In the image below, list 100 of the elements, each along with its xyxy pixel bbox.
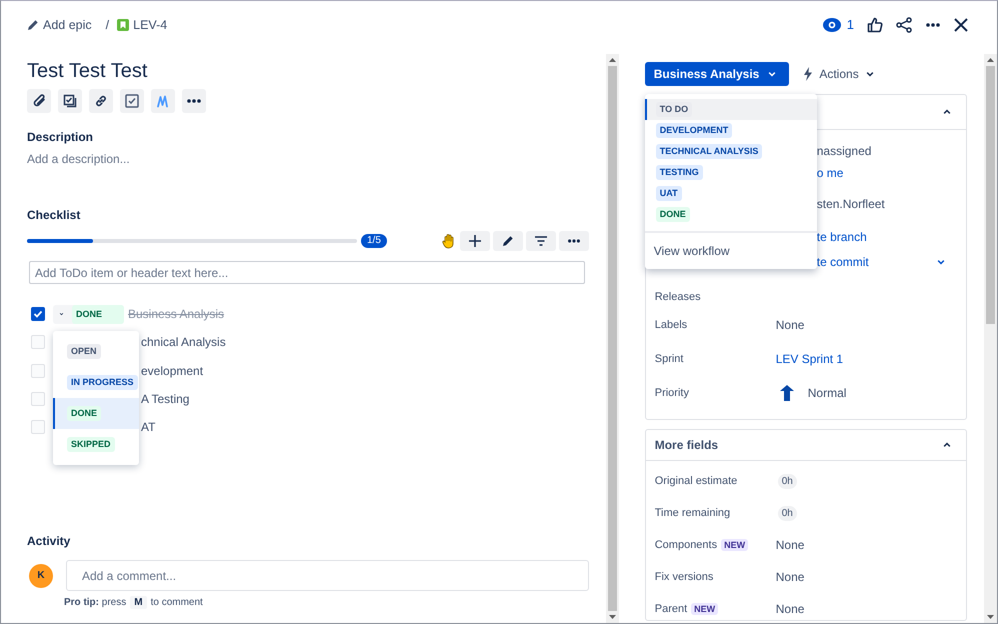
like-button[interactable]: [865, 14, 885, 34]
toolbar-button[interactable]: [89, 89, 113, 113]
status-option[interactable]: TECHNICAL ANALYSIS: [644, 141, 817, 162]
field-value: Normal: [808, 386, 846, 400]
more-button[interactable]: [182, 89, 206, 113]
stacked-checkbox-icon: [63, 94, 77, 108]
add-button[interactable]: [460, 231, 490, 251]
edit-button[interactable]: [492, 231, 523, 251]
collapse-icon[interactable]: [942, 107, 952, 117]
field-value: None: [776, 570, 804, 584]
comment-input-field[interactable]: Add a comment...: [66, 560, 589, 592]
status-option[interactable]: TO DO: [644, 99, 817, 120]
plus-icon: [468, 235, 481, 247]
status-option[interactable]: SKIPPED: [53, 429, 139, 460]
field-value: None: [776, 602, 804, 616]
field-label: Sprint: [654, 353, 684, 365]
field-label: Components: [654, 539, 718, 551]
field-link[interactable]: te branch: [816, 230, 867, 244]
status-option[interactable]: OPEN: [53, 336, 139, 367]
field-label: Labels: [654, 319, 688, 331]
status-dropdown-button[interactable]: DONE: [53, 304, 124, 324]
add-epic-link[interactable]: Add epic: [27, 18, 92, 32]
view-workflow-item[interactable]: View workflow: [644, 233, 817, 269]
scroll-down-arrow-icon[interactable]: [987, 615, 994, 619]
pro-tip-text: to comment: [150, 597, 203, 608]
status-option[interactable]: DONE: [53, 398, 139, 429]
new-badge: NEW: [721, 539, 748, 551]
progress-count: 1/5: [361, 234, 387, 248]
toolbar-button[interactable]: [120, 89, 144, 113]
issue-key-link[interactable]: LEV-4: [117, 18, 168, 32]
chevron-down-icon: [864, 69, 875, 79]
breadcrumb-separator: /: [106, 18, 110, 32]
checklist-item-text[interactable]: A Testing: [141, 392, 190, 406]
collapse-icon[interactable]: [942, 440, 952, 450]
pencil-icon: [502, 235, 514, 247]
field-label: Priority: [654, 387, 689, 399]
checklist-item-text[interactable]: chnical Analysis: [141, 335, 226, 350]
share-button[interactable]: [894, 14, 914, 34]
todo-input-field[interactable]: Add ToDo item or header text here...: [29, 261, 585, 284]
toolbar-button[interactable]: [58, 89, 82, 113]
description-label: Description: [27, 130, 94, 144]
scrollbar-thumb[interactable]: [986, 66, 995, 324]
arrow-up-icon: [780, 385, 794, 401]
time-chip: 0h: [778, 474, 797, 488]
status-button[interactable]: Business Analysis: [644, 62, 790, 86]
chevron-down-icon: [767, 69, 778, 79]
scrollbar[interactable]: [984, 54, 997, 623]
field-link[interactable]: o me: [816, 166, 844, 180]
script-m-icon: [156, 94, 170, 108]
pro-tip-text: Pro tip: press: [64, 597, 126, 608]
field-label: Original estimate: [654, 475, 738, 487]
section-title[interactable]: More fields: [654, 438, 718, 452]
link-icon: [94, 94, 108, 108]
field-label: Parent: [654, 603, 688, 615]
new-badge: NEW: [691, 603, 718, 615]
field-label: Time remaining: [654, 507, 730, 519]
thumbs-up-icon: [867, 16, 883, 32]
field-value: sten.Norfleet: [816, 197, 885, 211]
checklist-label: Checklist: [27, 208, 82, 222]
field-link[interactable]: LEV Sprint 1: [776, 352, 844, 366]
avatar: K: [29, 564, 53, 588]
field-label: Releases: [654, 291, 701, 303]
scroll-up-arrow-icon[interactable]: [608, 58, 616, 62]
field-value: nassigned: [816, 144, 872, 158]
status-option[interactable]: DEVELOPMENT: [644, 120, 817, 141]
scroll-down-arrow-icon[interactable]: [608, 615, 616, 619]
field-link[interactable]: te commit: [816, 255, 869, 269]
watchers-button[interactable]: 1: [820, 15, 856, 34]
close-button[interactable]: [952, 16, 970, 34]
field-value: None: [776, 538, 804, 552]
description-placeholder[interactable]: Add a description...: [27, 152, 590, 166]
story-icon: [117, 18, 130, 30]
share-icon: [896, 16, 912, 32]
checklist-item-text[interactable]: AT: [141, 420, 156, 434]
status-option[interactable]: IN PROGRESS: [53, 367, 139, 398]
scrollbar-thumb[interactable]: [608, 66, 617, 611]
toolbar-button[interactable]: [27, 89, 51, 113]
lightning-icon: [803, 67, 814, 81]
close-icon: [954, 18, 968, 32]
filter-button[interactable]: [526, 231, 556, 251]
filter-icon: [534, 236, 547, 246]
checklist-item-text[interactable]: evelopment: [141, 364, 204, 378]
status-option[interactable]: DONE: [644, 204, 817, 225]
checkbox[interactable]: [31, 307, 45, 322]
keyboard-key: M: [130, 596, 147, 610]
chevron-down-icon[interactable]: [936, 257, 946, 267]
activity-label: Activity: [27, 534, 72, 548]
field-value: None: [776, 318, 804, 332]
hand-icon[interactable]: [442, 233, 456, 249]
pencil-icon: [27, 18, 39, 30]
field-label: Fix versions: [654, 571, 714, 583]
issue-title: Test Test Test: [27, 59, 148, 84]
status-option[interactable]: TESTING: [644, 162, 817, 183]
more-button[interactable]: [558, 231, 589, 251]
status-option[interactable]: UAT: [644, 183, 817, 204]
scrollbar[interactable]: [606, 54, 619, 623]
actions-button[interactable]: Actions: [803, 67, 875, 81]
attachment-icon: [32, 94, 46, 108]
checkbox-icon: [125, 94, 139, 108]
scroll-up-arrow-icon[interactable]: [987, 58, 994, 62]
